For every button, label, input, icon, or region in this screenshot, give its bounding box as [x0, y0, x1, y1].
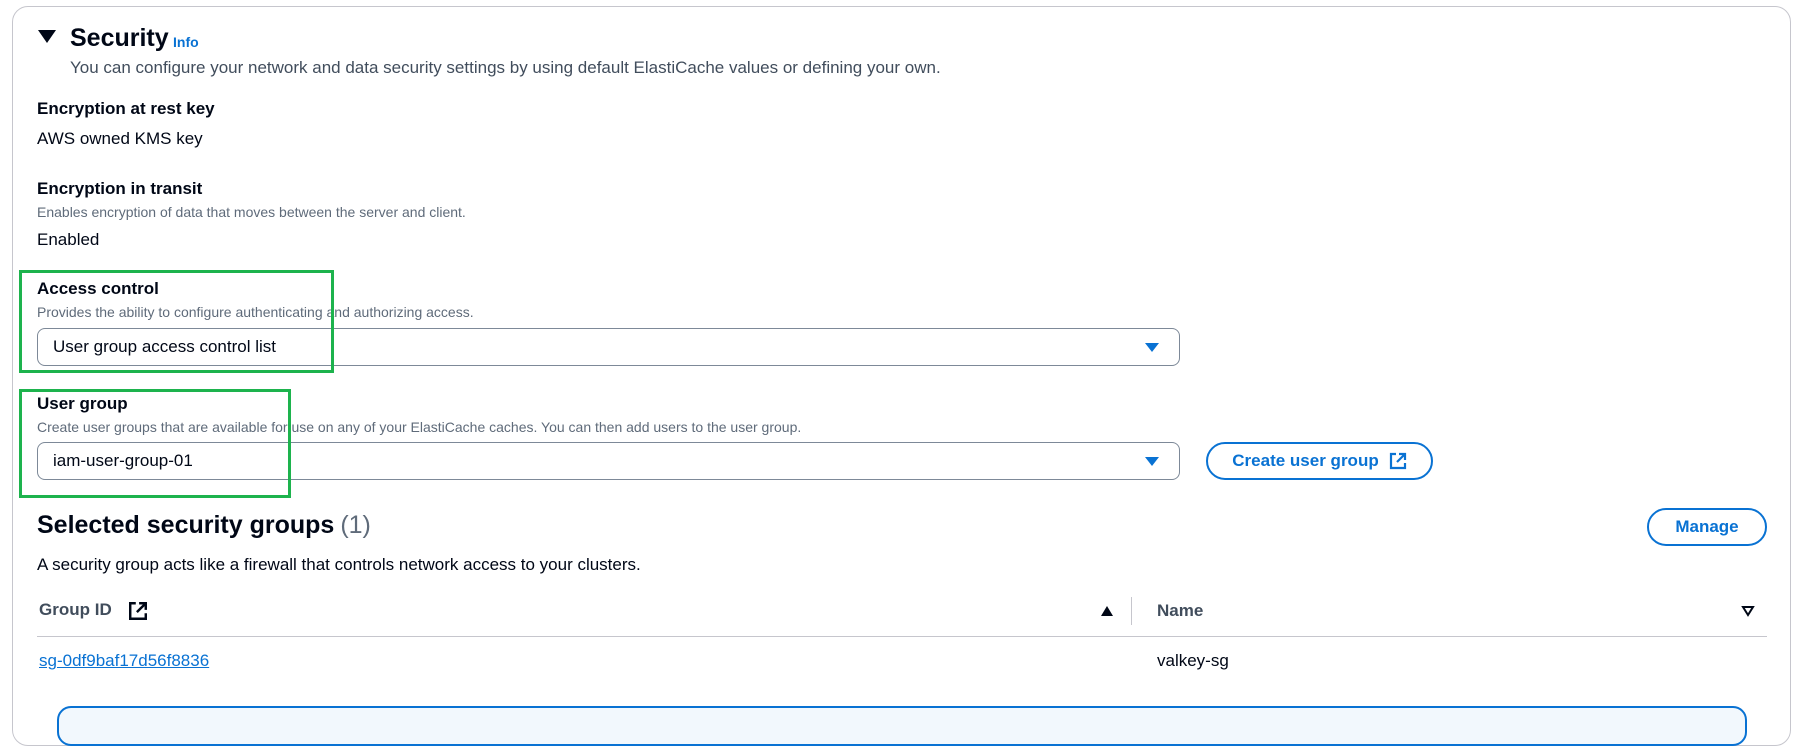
column-divider	[1131, 597, 1132, 625]
security-groups-title: Selected security groups (1)	[37, 511, 371, 540]
column-header-name[interactable]: Name	[1157, 601, 1203, 621]
column-group-id-label: Group ID	[39, 600, 112, 619]
info-alert-box	[57, 706, 1747, 746]
create-user-group-label: Create user group	[1232, 451, 1379, 470]
collapse-caret-icon[interactable]	[38, 30, 56, 43]
section-description: You can configure your network and data …	[70, 58, 941, 77]
security-panel	[12, 6, 1791, 746]
sort-ascending-icon[interactable]	[1100, 605, 1114, 617]
security-groups-title-text: Selected security groups	[37, 511, 335, 539]
sort-descending-icon[interactable]	[1741, 605, 1755, 617]
caret-down-icon	[1145, 343, 1159, 352]
external-link-icon	[1389, 452, 1406, 470]
security-groups-description: A security group acts like a firewall th…	[37, 555, 641, 574]
encryption-in-transit-value: Enabled	[37, 230, 100, 249]
encryption-at-rest-value: AWS owned KMS key	[37, 129, 203, 148]
create-user-group-button[interactable]: Create user group	[1206, 442, 1433, 480]
access-control-highlight	[19, 270, 334, 373]
column-name-label: Name	[1157, 601, 1204, 620]
external-link-icon	[129, 602, 147, 620]
manage-button[interactable]: Manage	[1647, 508, 1767, 546]
section-title: Security	[70, 24, 169, 52]
info-link[interactable]: Info	[173, 34, 199, 50]
security-groups-count: (1)	[340, 511, 371, 539]
user-group-highlight	[19, 389, 291, 498]
group-name-cell: valkey-sg	[1157, 651, 1229, 670]
manage-button-label: Manage	[1675, 517, 1739, 536]
caret-down-icon	[1145, 457, 1159, 466]
encryption-in-transit-description: Enables encryption of data that moves be…	[37, 204, 466, 220]
encryption-at-rest-label: Encryption at rest key	[37, 99, 215, 118]
group-id-link[interactable]: sg-0df9baf17d56f8836	[39, 651, 209, 671]
encryption-in-transit-label: Encryption in transit	[37, 179, 203, 198]
column-header-group-id[interactable]: Group ID	[39, 600, 112, 620]
table-header-divider	[37, 636, 1767, 637]
